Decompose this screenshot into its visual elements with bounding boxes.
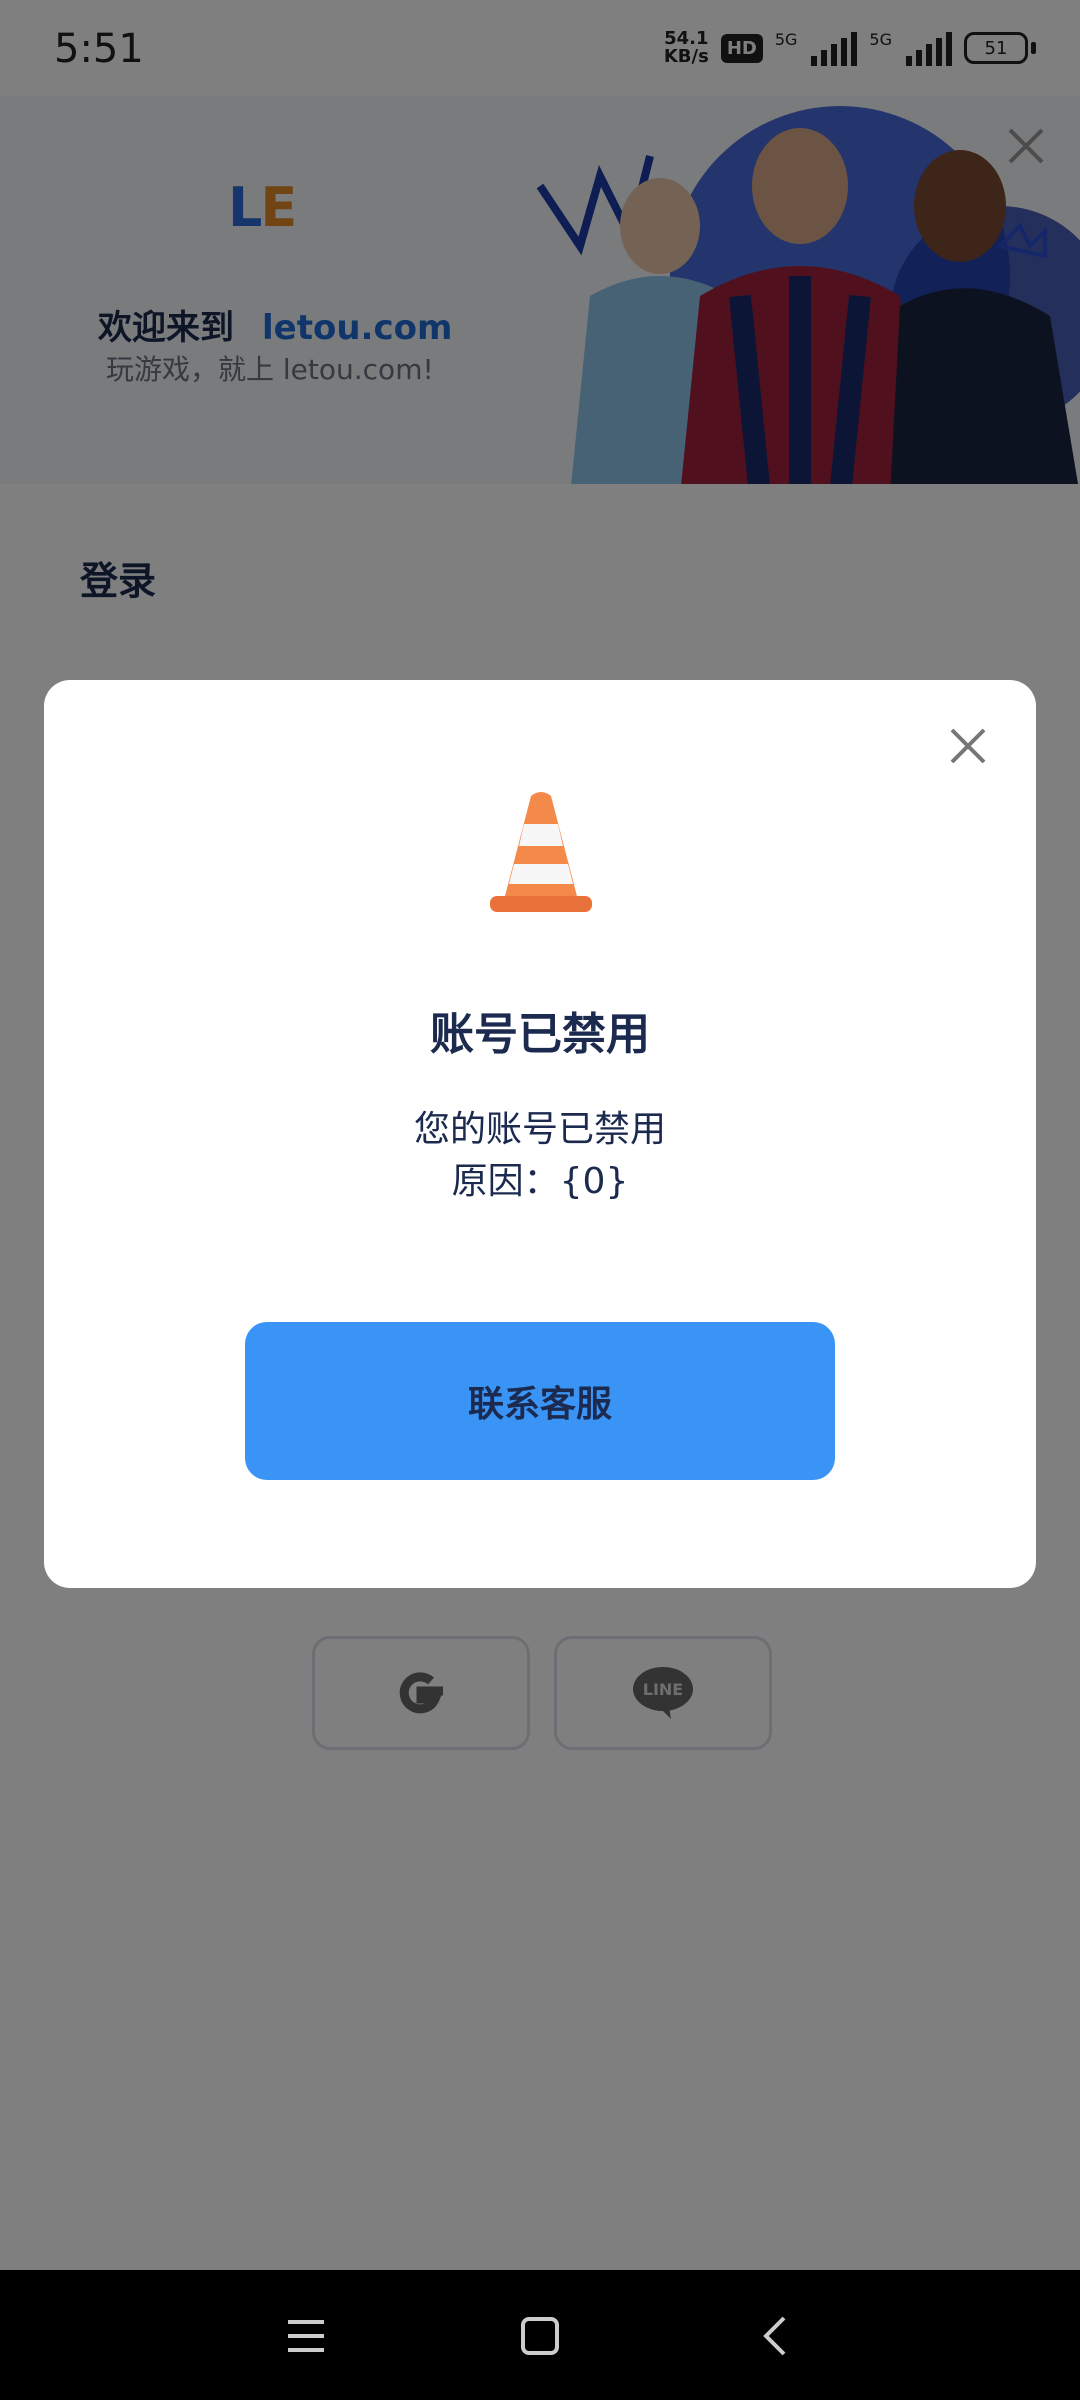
dialog-close-icon[interactable] [944, 722, 992, 770]
system-nav-bar [0, 2270, 1080, 2400]
dialog-title: 账号已禁用 [430, 1009, 650, 1060]
menu-icon[interactable] [282, 2312, 330, 2360]
dialog-message: 您的账号已禁用 原因：{0} [413, 1109, 666, 1202]
account-disabled-dialog: 账号已禁用 您的账号已禁用 原因：{0} 联系客服 [44, 680, 1036, 1588]
home-icon[interactable] [516, 2312, 564, 2360]
traffic-cone-icon [490, 792, 592, 912]
back-icon[interactable] [752, 2312, 800, 2360]
contact-support-button[interactable]: 联系客服 [245, 1322, 835, 1480]
